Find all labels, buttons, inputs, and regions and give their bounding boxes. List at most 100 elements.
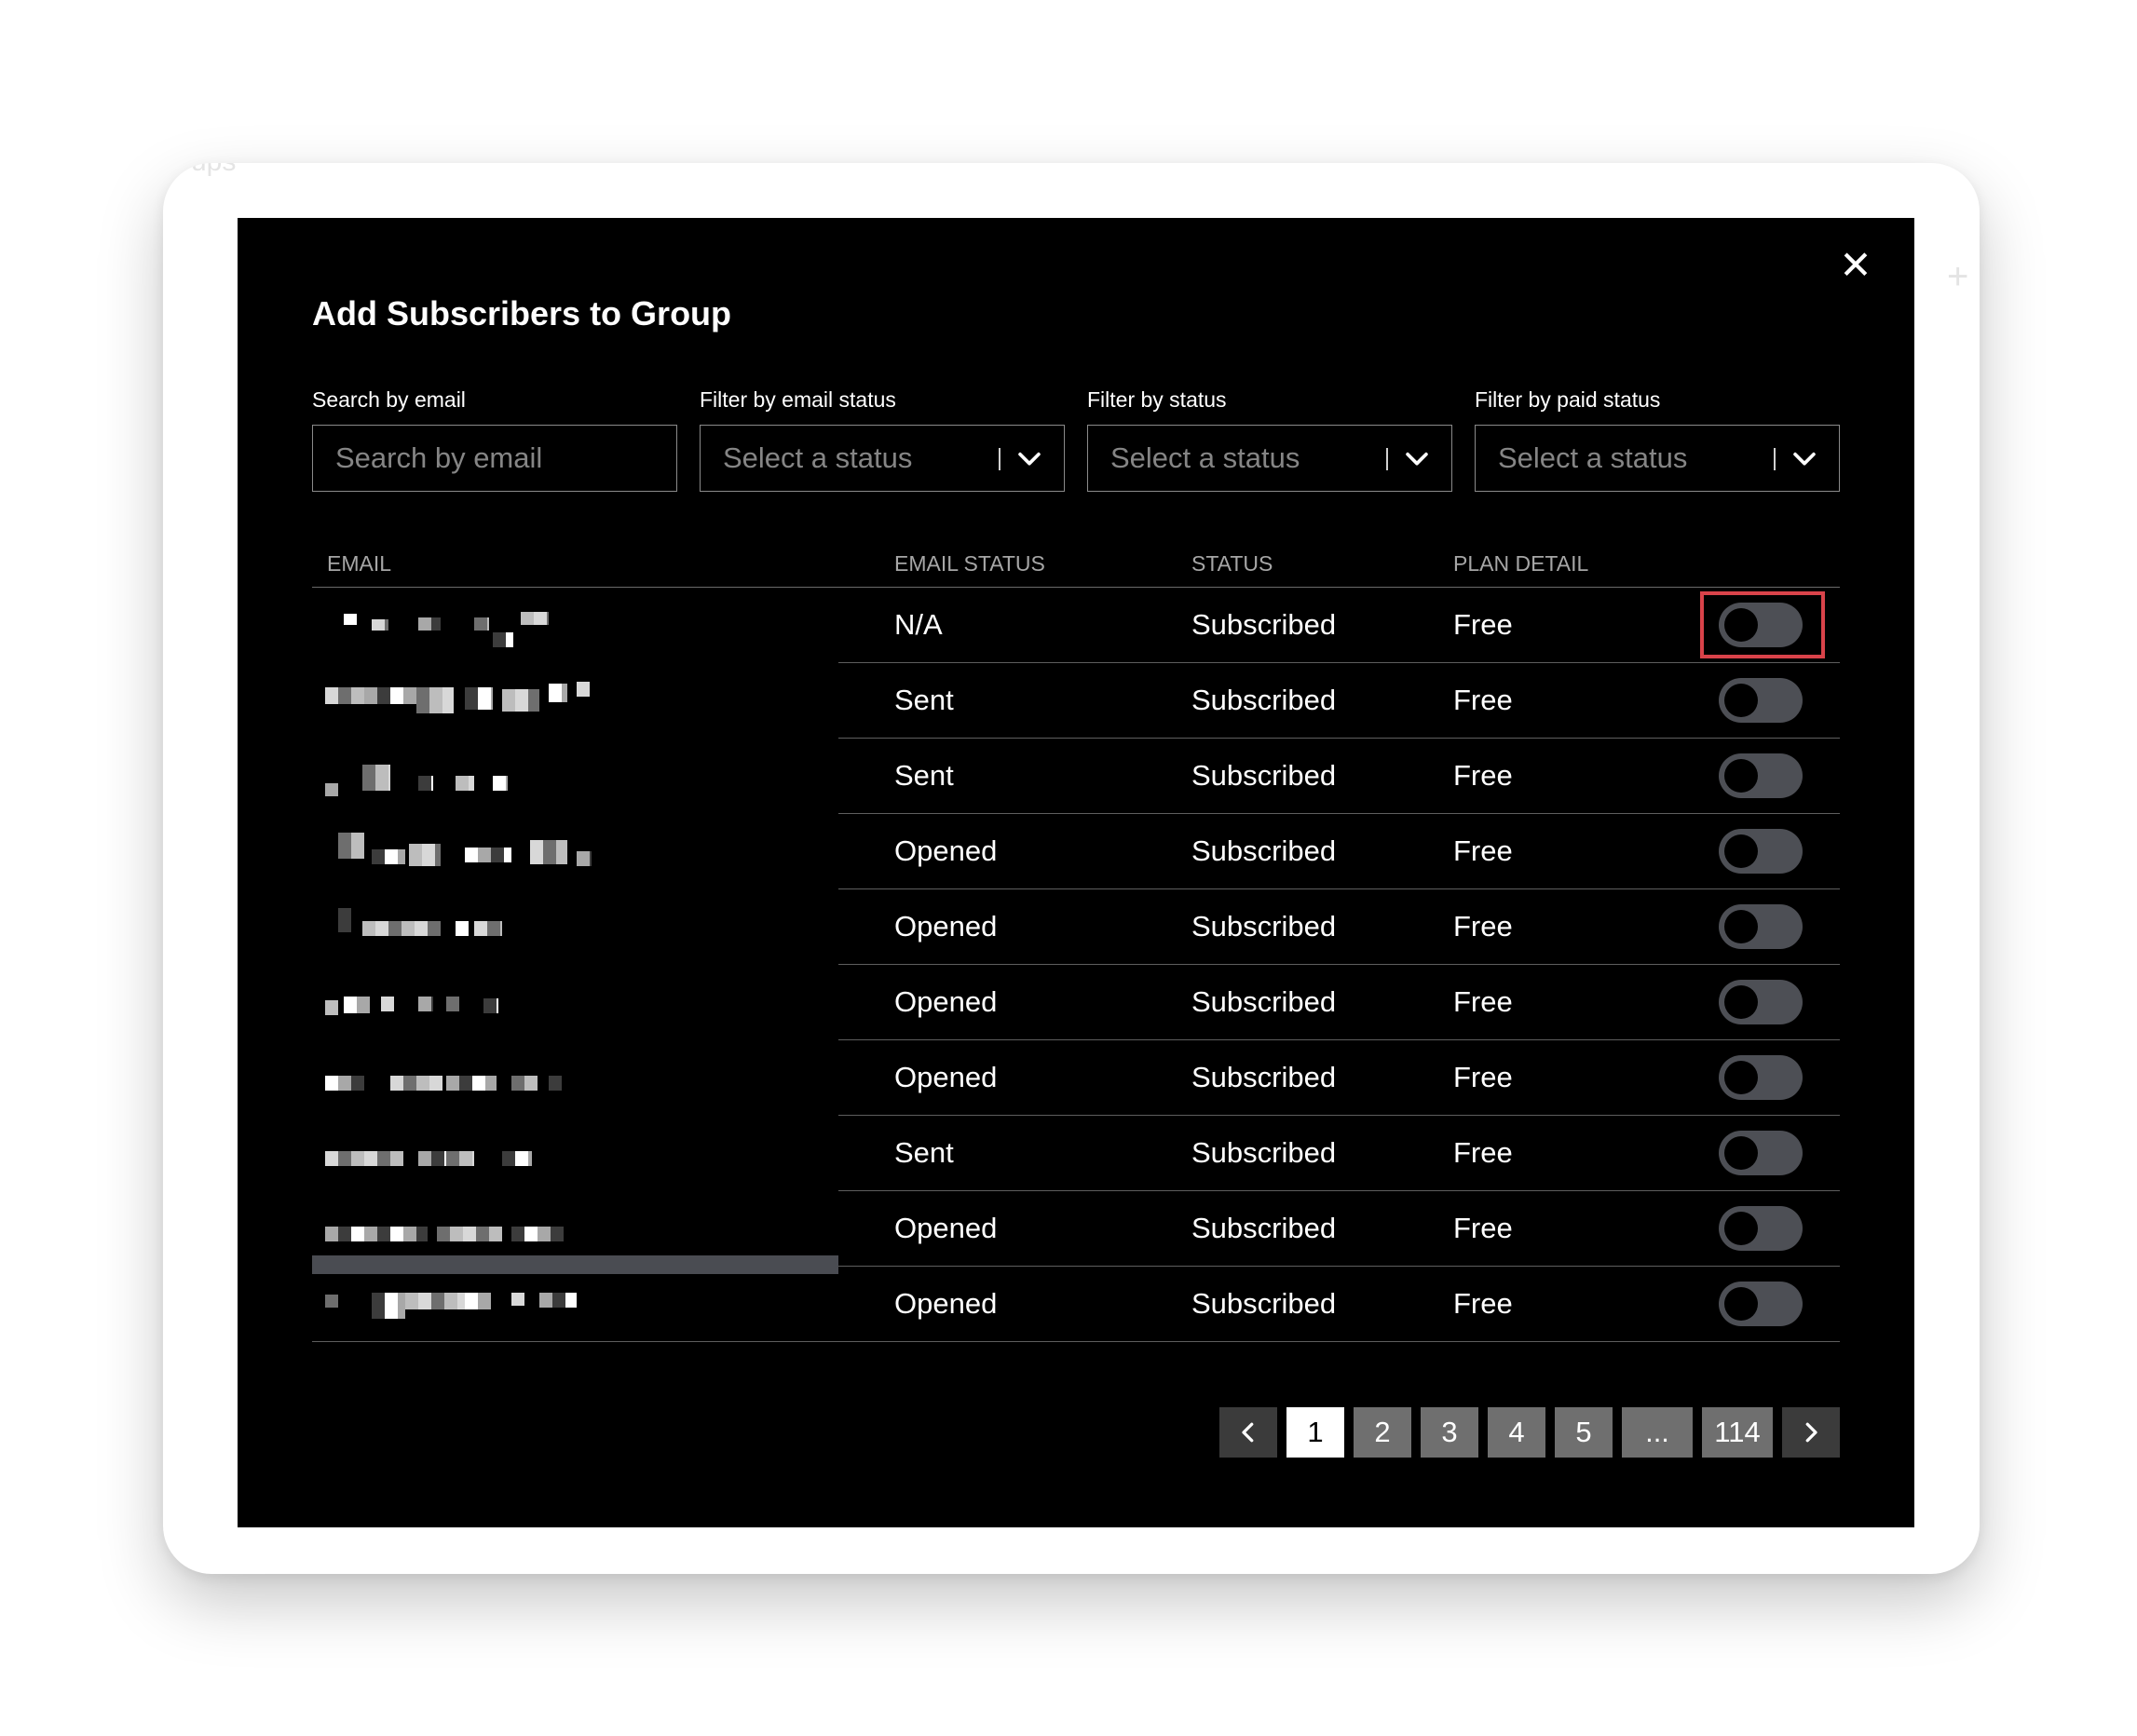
redaction-block (577, 851, 592, 866)
cell-email-status: Opened (894, 1212, 998, 1244)
select-separator (1774, 448, 1776, 470)
cell-status: Subscribed (1191, 759, 1337, 792)
redaction-block (577, 682, 590, 697)
select-subscriber-toggle[interactable] (1719, 1282, 1803, 1326)
cell-status: Subscribed (1191, 1212, 1337, 1244)
status-select[interactable]: Select a status (1087, 425, 1452, 492)
toggle-knob (1724, 1212, 1758, 1245)
page-button-114[interactable]: 114 (1702, 1407, 1773, 1458)
redaction-block (325, 1227, 428, 1241)
cell-email-status: Opened (894, 1287, 998, 1320)
redaction-block (446, 1151, 474, 1166)
table-row: Sent Subscribed Free (312, 663, 1840, 739)
cell-status: Subscribed (1191, 834, 1337, 867)
redaction-block (456, 921, 469, 936)
status-placeholder: Select a status (1110, 441, 1300, 474)
redacted-email (325, 1132, 716, 1175)
table-row: Sent Subscribed Free (312, 1116, 1840, 1191)
table-row: Opened Subscribed Free (312, 1267, 1840, 1342)
select-subscriber-toggle[interactable] (1719, 678, 1803, 723)
redaction-block (446, 1076, 497, 1091)
cell-plan: Free (1453, 1136, 1513, 1169)
page-button-3[interactable]: 3 (1421, 1407, 1478, 1458)
cell-status: Subscribed (1191, 1136, 1337, 1169)
close-icon[interactable]: ✕ (1834, 244, 1877, 287)
select-subscriber-toggle[interactable] (1719, 829, 1803, 874)
cell-email-status: Opened (894, 1061, 998, 1093)
chevron-down-icon (1018, 452, 1041, 466)
redacted-email (325, 1057, 716, 1100)
redaction-block (493, 632, 513, 647)
email-status-placeholder: Select a status (723, 441, 913, 474)
cell-status: Subscribed (1191, 910, 1337, 943)
email-status-select[interactable]: Select a status (700, 425, 1065, 492)
redaction-block (521, 612, 549, 625)
cell-email-status: Opened (894, 985, 998, 1018)
paid-status-placeholder: Select a status (1498, 441, 1688, 474)
redaction-block (511, 1227, 564, 1241)
filter-bar: Search by email Filter by email status S… (312, 387, 1840, 499)
redaction-block (416, 687, 454, 713)
app-frame: ups + ✕ Add Subscribers to Group Search … (163, 163, 1980, 1574)
cell-plan: Free (1453, 684, 1513, 716)
table-row: N/A Subscribed Free (312, 588, 1840, 663)
redaction-block (325, 1000, 338, 1015)
select-subscriber-toggle[interactable] (1719, 980, 1803, 1024)
table-row: Opened Subscribed Free (312, 1040, 1840, 1116)
redaction-block (446, 997, 459, 1011)
cell-email-status: Opened (894, 910, 998, 943)
modal-title: Add Subscribers to Group (312, 294, 732, 332)
cell-plan: Free (1453, 834, 1513, 867)
select-subscriber-toggle[interactable] (1719, 1131, 1803, 1175)
redaction-block (409, 844, 441, 866)
search-filter: Search by email (312, 387, 677, 492)
redaction-block (465, 687, 493, 710)
toggle-knob (1724, 1061, 1758, 1094)
redaction-block (511, 1293, 524, 1306)
chevron-right-icon (1805, 1422, 1817, 1443)
page-ellipsis[interactable]: ... (1622, 1407, 1693, 1458)
redacted-email (325, 1283, 716, 1326)
pagination: 1 2 3 4 5... 114 (1210, 1407, 1840, 1458)
redaction-block (418, 1151, 446, 1166)
redacted-email (325, 1208, 716, 1251)
redaction-block (362, 765, 390, 791)
redaction-block (456, 776, 474, 791)
select-subscriber-toggle[interactable] (1719, 1055, 1803, 1100)
select-subscriber-toggle[interactable] (1719, 1206, 1803, 1251)
table-row: Sent Subscribed Free (312, 739, 1840, 814)
paid-status-select[interactable]: Select a status (1475, 425, 1840, 492)
background-plus-icon: + (1947, 256, 1969, 297)
redaction-block (418, 776, 433, 791)
redaction-block (483, 998, 498, 1013)
toggle-knob (1724, 759, 1758, 793)
select-subscriber-toggle[interactable] (1719, 904, 1803, 949)
header-email-status: EMAIL STATUS (894, 551, 1045, 576)
page-button-4[interactable]: 4 (1488, 1407, 1545, 1458)
row-divider (312, 1340, 1840, 1342)
email-status-label: Filter by email status (700, 387, 896, 412)
subscribers-table: EMAIL EMAIL STATUS STATUS PLAN DETAIL N/… (312, 546, 1840, 1342)
search-label: Search by email (312, 387, 466, 412)
redaction-block (338, 908, 351, 932)
next-page-button[interactable] (1782, 1407, 1840, 1458)
prev-page-button[interactable] (1219, 1407, 1277, 1458)
header-plan-detail: PLAN DETAIL (1453, 551, 1589, 576)
search-input[interactable] (312, 425, 677, 492)
page-button-2[interactable]: 2 (1354, 1407, 1411, 1458)
page-button-1[interactable]: 1 (1286, 1407, 1344, 1458)
cell-status: Subscribed (1191, 1061, 1337, 1093)
redaction-block (539, 1293, 577, 1308)
paid-status-filter: Filter by paid status Select a status (1475, 387, 1840, 492)
page-button-5[interactable]: 5 (1555, 1407, 1613, 1458)
redaction-block (364, 687, 416, 704)
redaction-block (418, 997, 433, 1011)
cell-status: Subscribed (1191, 985, 1337, 1018)
chevron-down-icon (1406, 452, 1428, 466)
cell-email-status: Opened (894, 834, 998, 867)
cell-plan: Free (1453, 1287, 1513, 1320)
redaction-block (405, 1293, 465, 1309)
toggle-knob (1724, 834, 1758, 868)
redaction-block (325, 1295, 338, 1308)
select-subscriber-toggle[interactable] (1719, 753, 1803, 798)
